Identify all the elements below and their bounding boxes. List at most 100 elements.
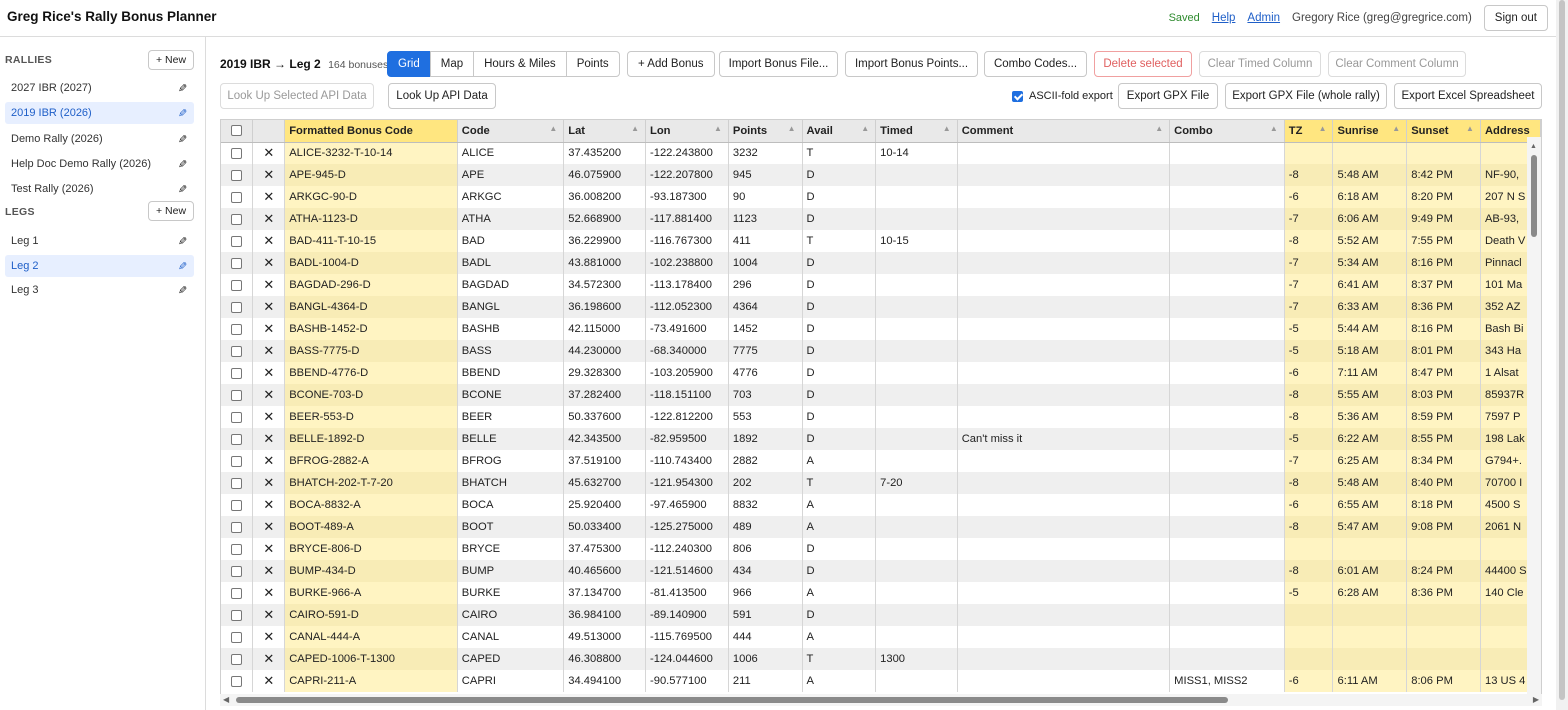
table-cell[interactable]: 8:59 PM [1406,406,1481,428]
table-cell[interactable]: -103.205900 [645,362,729,384]
col-header-timed[interactable]: Timed ▲ [875,120,958,143]
table-cell[interactable]: D [802,296,877,318]
row-select-cell[interactable] [221,340,254,362]
row-checkbox[interactable] [231,147,243,159]
delete-row-icon[interactable]: ✕ [252,560,286,582]
table-cell[interactable]: D [802,384,877,406]
table-cell[interactable]: BCONE [457,384,565,406]
pencil-icon[interactable]: ✎ [178,133,187,146]
delete-row-icon[interactable]: ✕ [252,626,286,648]
table-cell[interactable]: 8832 [728,494,803,516]
table-cell[interactable]: BAD [457,230,565,252]
table-cell[interactable]: 37.519100 [563,450,647,472]
table-cell[interactable] [1169,604,1285,626]
table-cell[interactable]: -117.881400 [645,208,729,230]
table-cell[interactable]: -110.743400 [645,450,729,472]
table-cell[interactable]: 36.984100 [563,604,647,626]
table-cell[interactable]: 8:36 PM [1406,296,1481,318]
pencil-icon[interactable]: ✎ [178,183,187,196]
table-cell[interactable]: 202 [728,472,803,494]
row-checkbox[interactable] [231,323,243,335]
table-cell[interactable]: 45.632700 [563,472,647,494]
page-scroll-thumb[interactable] [1559,0,1565,700]
leg-item[interactable]: Leg 1 ✎ [5,230,194,252]
table-cell[interactable]: 1004 [728,252,803,274]
table-cell[interactable] [957,384,1171,406]
row-select-cell[interactable] [221,186,254,208]
table-cell[interactable] [875,494,958,516]
table-cell[interactable]: 50.033400 [563,516,647,538]
table-cell[interactable]: 90 [728,186,803,208]
table-cell[interactable] [1406,626,1481,648]
table-cell[interactable] [957,582,1171,604]
table-row[interactable]: ✕ BAD-411-T-10-15 BAD 36.229900 -116.767300 4… [221,230,1541,252]
table-cell[interactable] [1406,604,1481,626]
table-row[interactable]: ✕ BRYCE-806-D BRYCE 37.475300 -112.240300 806… [221,538,1541,560]
table-cell[interactable] [875,450,958,472]
table-cell[interactable]: 553 [728,406,803,428]
row-select-cell[interactable] [221,318,254,340]
leg-item[interactable]: Leg 2 ✎ [5,254,194,277]
table-cell[interactable]: A [802,516,877,538]
row-select-cell[interactable] [221,450,254,472]
table-cell[interactable]: -116.767300 [645,230,729,252]
table-cell[interactable]: CAPED-1006-T-1300 [284,648,458,670]
delete-row-icon[interactable]: ✕ [252,142,286,164]
table-cell[interactable]: BAGDAD-296-D [284,274,458,296]
table-cell[interactable]: A [802,626,877,648]
table-cell[interactable] [875,274,958,296]
table-cell[interactable] [957,648,1171,670]
delete-row-icon[interactable]: ✕ [252,318,286,340]
table-cell[interactable] [1169,186,1285,208]
table-cell[interactable]: CANAL-444-A [284,626,458,648]
row-checkbox[interactable] [231,213,243,225]
table-cell[interactable] [875,582,958,604]
table-cell[interactable]: 42.343500 [563,428,647,450]
table-cell[interactable]: BOCA [457,494,565,516]
table-cell[interactable]: 34.572300 [563,274,647,296]
col-header-lat[interactable]: Lat ▲ [563,120,647,143]
table-cell[interactable]: D [802,362,877,384]
table-cell[interactable]: 9:49 PM [1406,208,1481,230]
tab-points[interactable]: Points [565,51,620,77]
table-cell[interactable]: 5:48 AM [1332,164,1408,186]
table-row[interactable]: ✕ BURKE-966-A BURKE 37.134700 -81.413500 966 A… [221,582,1541,604]
table-cell[interactable] [1169,252,1285,274]
table-cell[interactable]: 489 [728,516,803,538]
table-cell[interactable]: -124.044600 [645,648,729,670]
table-cell[interactable]: -5 [1284,582,1334,604]
delete-selected-button[interactable]: Delete selected [1094,51,1192,77]
table-cell[interactable]: MISS1, MISS2 [1169,670,1285,692]
table-cell[interactable]: Can't miss it [957,428,1171,450]
row-checkbox[interactable] [231,455,243,467]
row-select-cell[interactable] [221,208,254,230]
tab-map[interactable]: Map [429,51,475,77]
table-cell[interactable] [1406,648,1481,670]
table-cell[interactable]: -6 [1284,670,1334,692]
vertical-scroll-thumb[interactable] [1531,155,1537,237]
table-cell[interactable] [957,538,1171,560]
sort-icon[interactable]: ▲ [1392,124,1400,133]
table-cell[interactable]: D [802,406,877,428]
table-row[interactable]: ✕ BHATCH-202-T-7-20 BHATCH 45.632700 -121.95… [221,472,1541,494]
row-select-cell[interactable] [221,648,254,670]
table-row[interactable]: ✕ BUMP-434-D BUMP 40.465600 -121.514600 434 D -… [221,560,1541,582]
table-cell[interactable]: 8:24 PM [1406,560,1481,582]
table-cell[interactable]: 29.328300 [563,362,647,384]
table-cell[interactable] [875,318,958,340]
table-cell[interactable]: BCONE-703-D [284,384,458,406]
table-cell[interactable] [1332,626,1408,648]
table-cell[interactable]: 296 [728,274,803,296]
row-select-cell[interactable] [221,406,254,428]
table-cell[interactable]: BASHB [457,318,565,340]
table-cell[interactable] [875,252,958,274]
table-cell[interactable]: 8:01 PM [1406,340,1481,362]
table-cell[interactable] [1332,604,1408,626]
table-cell[interactable]: 966 [728,582,803,604]
table-cell[interactable]: 5:18 AM [1332,340,1408,362]
table-cell[interactable] [1169,516,1285,538]
table-cell[interactable] [1169,296,1285,318]
table-cell[interactable]: BUMP-434-D [284,560,458,582]
row-checkbox[interactable] [231,521,243,533]
sort-icon[interactable]: ▲ [788,124,796,133]
